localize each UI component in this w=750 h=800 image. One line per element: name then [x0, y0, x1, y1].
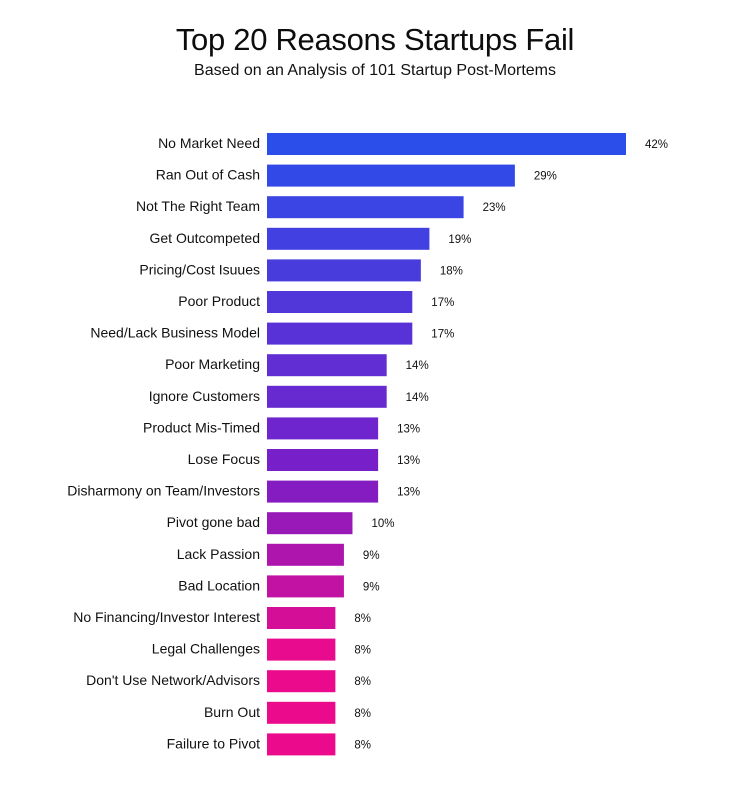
value-label: 29% — [534, 171, 557, 183]
category-label: Not The Right Team — [136, 198, 260, 214]
bar-11 — [267, 449, 379, 471]
category-label: Ignore Customers — [149, 388, 260, 404]
value-label: 17% — [431, 297, 454, 309]
bar-10 — [267, 417, 379, 440]
value-label: 18% — [440, 265, 463, 277]
category-label: Legal Challenges — [152, 641, 260, 657]
category-label: Disharmony on Team/Investors — [67, 483, 260, 499]
category-label: Burn Out — [204, 704, 260, 720]
value-label: 10% — [371, 518, 394, 530]
category-label: Pricing/Cost Isuues — [139, 261, 260, 277]
value-label: 13% — [397, 487, 420, 499]
category-label: Ran Out of Cash — [156, 167, 260, 183]
category-label: Lack Passion — [177, 546, 260, 562]
category-label: Need/Lack Business Model — [90, 325, 260, 341]
category-label: No Financing/Investor Interest — [73, 609, 260, 625]
bars-group — [267, 133, 626, 756]
bar-8 — [267, 354, 387, 377]
bar-7 — [267, 322, 413, 345]
category-label: Don't Use Network/Advisors — [86, 672, 260, 688]
value-label: 14% — [406, 360, 429, 372]
value-label: 8% — [354, 708, 371, 720]
category-label: No Market Need — [158, 135, 260, 151]
value-label: 42% — [645, 139, 668, 151]
value-label: 17% — [431, 329, 454, 341]
category-label: Get Outcompeted — [149, 230, 260, 246]
bar-12 — [267, 480, 379, 503]
bar-9 — [267, 385, 387, 408]
bar-13 — [267, 512, 353, 535]
value-label: 9% — [363, 550, 380, 562]
bar-1 — [267, 133, 626, 155]
value-label: 8% — [354, 676, 371, 688]
value-label: 14% — [406, 392, 429, 404]
bar-4 — [267, 227, 430, 250]
value-label: 9% — [363, 581, 380, 593]
category-label: Bad Location — [178, 577, 260, 593]
bar-18 — [267, 670, 336, 693]
bar-16 — [267, 607, 336, 629]
category-label: Product Mis-Timed — [143, 419, 260, 435]
bar-chart: No Market Need Ran Out of Cash Not The Rig… — [67, 133, 668, 756]
bar-3 — [267, 196, 464, 219]
category-label: Poor Marketing — [165, 356, 260, 372]
bar-15 — [267, 575, 344, 598]
category-label: Lose Focus — [188, 451, 260, 467]
bar-14 — [267, 543, 344, 566]
category-label: Poor Product — [178, 293, 260, 309]
value-label: 8% — [354, 645, 371, 657]
bar-17 — [267, 638, 336, 661]
value-label: 13% — [397, 455, 420, 467]
bar-20 — [267, 733, 336, 756]
category-labels-group: No Market Need Ran Out of Cash Not The Rig… — [67, 135, 260, 751]
value-label: 8% — [354, 613, 371, 625]
value-label: 23% — [483, 202, 506, 214]
bar-2 — [267, 164, 515, 187]
bar-5 — [267, 259, 421, 282]
category-label: Pivot gone bad — [167, 514, 260, 530]
category-label: Failure to Pivot — [167, 735, 260, 751]
bar-19 — [267, 701, 336, 724]
value-label: 13% — [397, 423, 420, 435]
value-label: 19% — [448, 234, 471, 246]
bar-6 — [267, 291, 413, 313]
value-label: 8% — [354, 739, 371, 751]
